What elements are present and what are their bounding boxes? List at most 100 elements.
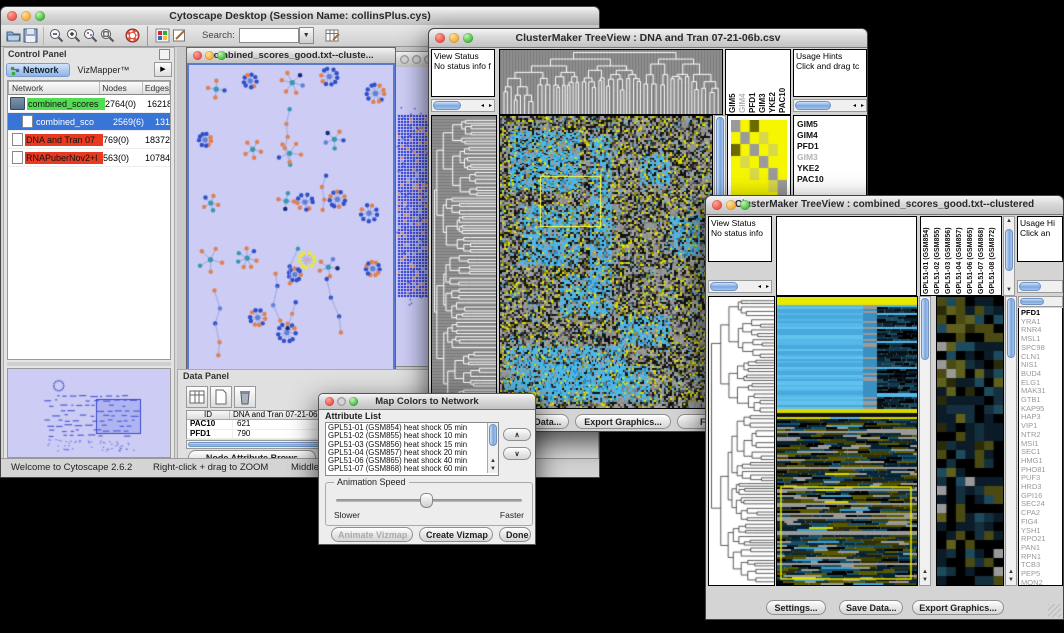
table-row[interactable]: PFD1790 — [187, 430, 337, 440]
delete-attribute-icon[interactable] — [234, 386, 256, 408]
slider-thumb[interactable] — [420, 493, 433, 508]
gene-label[interactable]: GTB1 — [1021, 396, 1062, 405]
minimize-icon[interactable] — [205, 51, 214, 60]
column-label[interactable]: GPL51-04 (GSM857) — [956, 218, 967, 294]
tv2-global-heatmap[interactable] — [776, 296, 918, 586]
vizmapper-icon[interactable] — [154, 27, 171, 44]
gene-label[interactable]: PAC10 — [797, 174, 866, 185]
gene-label[interactable]: YKE2 — [797, 163, 866, 174]
gene-label[interactable]: NTR2 — [1021, 431, 1062, 440]
column-label[interactable]: GIM3 — [758, 51, 768, 113]
attribute-list-vscrollbar[interactable]: ▲ ▼ — [487, 423, 498, 473]
gene-label[interactable]: FIG4 — [1021, 518, 1062, 527]
gene-label[interactable]: MSL1 — [1021, 335, 1062, 344]
attribute-item[interactable]: GPL51-06 (GSM865) heat shock 40 min — [328, 457, 496, 465]
gene-label[interactable]: KAP95 — [1021, 405, 1062, 414]
close-icon[interactable] — [435, 33, 445, 43]
zoom-out-icon[interactable] — [48, 27, 65, 44]
tv2-save-data-button[interactable]: Save Data... — [839, 600, 903, 615]
attribute-item[interactable]: GPL51-07 (GSM868) heat shock 60 min — [328, 465, 496, 473]
network-overview[interactable] — [7, 368, 171, 458]
column-label[interactable]: PFD1 — [748, 51, 758, 113]
tv1-usagehints-hscrollbar[interactable]: ◂ ▸ — [793, 99, 867, 112]
annotation-icon[interactable] — [171, 27, 188, 44]
gene-label[interactable]: CPA2 — [1021, 509, 1062, 518]
tab-overflow-button[interactable]: ▶ — [154, 62, 172, 77]
minimize-icon[interactable] — [449, 33, 459, 43]
tv2-zoom-heatmap[interactable] — [936, 296, 1004, 586]
network-canvas[interactable] — [189, 65, 393, 370]
gene-label[interactable]: ELG1 — [1021, 379, 1062, 388]
tv1-global-heatmap[interactable] — [499, 115, 713, 409]
minimize-icon[interactable] — [726, 200, 736, 210]
zoom-selected-icon[interactable] — [82, 27, 99, 44]
attribute-item[interactable]: GPL51-01 (GSM854) heat shock 05 min — [328, 424, 496, 432]
gene-label[interactable]: RPO21 — [1021, 535, 1062, 544]
close-icon[interactable] — [400, 55, 409, 64]
zoom-window-icon[interactable] — [740, 200, 750, 210]
network-table-header[interactable]: Network Nodes Edges — [8, 81, 170, 95]
search-input[interactable] — [239, 28, 299, 43]
resize-grip[interactable] — [1048, 604, 1061, 617]
tv2-genelist-hscrollbar[interactable] — [1018, 296, 1063, 307]
float-panel-icon[interactable] — [159, 49, 170, 60]
gene-label[interactable]: PEP5 — [1021, 570, 1062, 579]
tv1-export-graphics-button[interactable]: Export Graphics... — [575, 414, 671, 429]
zoom-window-icon[interactable] — [463, 33, 473, 43]
gene-label[interactable]: PFD1 — [1021, 309, 1062, 318]
column-label[interactable]: GIM5 — [728, 51, 738, 113]
new-attribute-icon[interactable] — [210, 386, 232, 408]
gene-label[interactable]: HRD3 — [1021, 483, 1062, 492]
minimize-icon[interactable] — [21, 11, 31, 21]
move-up-button[interactable]: ∧ — [503, 428, 531, 441]
zoom-in-icon[interactable] — [65, 27, 82, 44]
minimize-icon[interactable] — [412, 55, 421, 64]
gene-label[interactable]: SPC98 — [1021, 344, 1062, 353]
save-icon[interactable] — [22, 27, 39, 44]
gene-label[interactable]: CLN1 — [1021, 353, 1062, 362]
gene-label[interactable]: GIM4 — [797, 130, 866, 141]
create-vizmap-button[interactable]: Create Vizmap — [419, 527, 493, 542]
network-row[interactable]: combined_scores2764(0)16218(0) — [8, 95, 170, 113]
gene-label[interactable]: SEC1 — [1021, 448, 1062, 457]
network-row[interactable]: combined_sco2569(6)13112(15) — [8, 113, 170, 131]
network-row[interactable]: RNAPuberNov2+l563(0)107847(0) — [8, 149, 170, 167]
tv2-titlebar[interactable]: ClusterMaker TreeView : combined_scores_… — [706, 196, 1063, 215]
animate-vizmap-button[interactable]: Animate Vizmap — [331, 527, 413, 542]
done-button[interactable]: Done — [499, 527, 531, 542]
close-icon[interactable] — [325, 397, 334, 406]
gene-label[interactable]: GPI16 — [1021, 492, 1062, 501]
tv2-zoom-vscrollbar[interactable]: ▲ ▼ — [1005, 296, 1017, 586]
network-view-frame[interactable]: combined_scores_good.txt--cluste... — [186, 47, 396, 373]
minimize-icon[interactable] — [337, 397, 346, 406]
tab-network[interactable]: Network — [6, 63, 70, 77]
zoom-window-icon[interactable] — [349, 397, 358, 406]
close-icon[interactable] — [712, 200, 722, 210]
help-lifering-icon[interactable] — [124, 27, 141, 44]
open-folder-icon[interactable] — [5, 27, 22, 44]
gene-label[interactable]: MAK31 — [1021, 387, 1062, 396]
gene-label[interactable]: MON2 — [1021, 579, 1062, 586]
tv1-zoom-heatmap[interactable] — [731, 120, 787, 204]
gene-label[interactable]: PHO81 — [1021, 466, 1062, 475]
gene-label[interactable]: HMG1 — [1021, 457, 1062, 466]
dialog-titlebar[interactable]: Map Colors to Network — [319, 394, 535, 410]
column-label[interactable]: GPL51-01 (GSM854) — [923, 218, 934, 294]
gene-label[interactable]: TCB3 — [1021, 561, 1062, 570]
gene-label[interactable]: VIP1 — [1021, 422, 1062, 431]
tv2-export-graphics-button[interactable]: Export Graphics... — [912, 600, 1004, 615]
search-dropdown-button[interactable]: ▼ — [299, 27, 314, 44]
tv2-gene-dendrogram[interactable] — [708, 296, 775, 586]
attribute-item[interactable]: GPL51-04 (GSM857) heat shock 20 min — [328, 449, 496, 457]
column-label[interactable]: GPL51-06 (GSM865) — [967, 218, 978, 294]
gene-label[interactable]: YSH1 — [1021, 527, 1062, 536]
gene-label[interactable]: RPN1 — [1021, 553, 1062, 562]
column-label[interactable]: GPL51-07 (GSM868) — [978, 218, 989, 294]
column-label[interactable]: GIM4 — [738, 51, 748, 113]
column-label[interactable]: GPL51-03 (GSM856) — [945, 218, 956, 294]
gene-label[interactable]: RNR4 — [1021, 326, 1062, 335]
tv2-heatmap-vscrollbar[interactable]: ▲ ▼ — [919, 296, 931, 586]
tv2-collabels-vscrollbar[interactable]: ▲ ▼ — [1003, 216, 1015, 296]
gene-label[interactable]: GIM5 — [797, 119, 866, 130]
tab-vizmapper[interactable]: VizMapper™ — [70, 64, 138, 76]
